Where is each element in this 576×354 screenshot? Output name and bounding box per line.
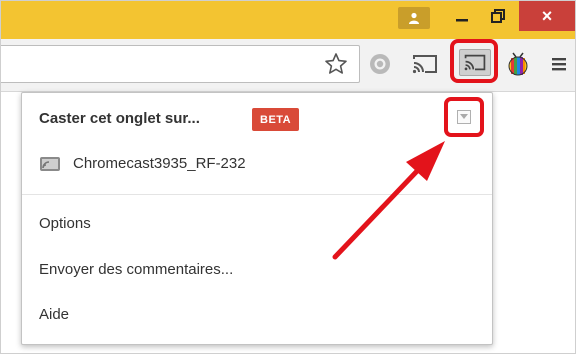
chrome-menu-icon [552, 58, 566, 71]
extension-gray-icon [370, 54, 390, 74]
minimize-button[interactable] [446, 1, 478, 31]
close-button[interactable]: × [519, 1, 575, 31]
menu-item-options[interactable]: Options [39, 215, 91, 232]
cast-dropdown-button[interactable] [457, 110, 471, 124]
colorful-extension-button[interactable] [505, 51, 531, 77]
close-icon: × [541, 5, 553, 26]
popup-divider [22, 194, 492, 195]
device-item[interactable]: Chromecast3935_RF-232 [39, 155, 246, 172]
cast-active-icon [464, 54, 486, 71]
minimize-icon [456, 19, 468, 22]
beta-badge: BETA [252, 108, 300, 131]
colorful-extension-icon [508, 52, 528, 76]
cast-popup: Caster cet onglet sur... BETA Chromecast… [21, 92, 493, 345]
cast-active-button[interactable] [459, 49, 491, 76]
maximize-button[interactable] [482, 1, 514, 31]
screenshot-frame: × Caster cet onglet sur... BETA Chromeca… [0, 0, 576, 354]
star-icon [325, 53, 347, 74]
window-titlebar: × [1, 1, 575, 39]
extension-button-gray[interactable] [367, 51, 393, 77]
device-name: Chromecast3935_RF-232 [73, 155, 246, 172]
maximize-icon [491, 9, 505, 23]
cast-button[interactable] [410, 51, 440, 77]
popup-title: Caster cet onglet sur... [39, 110, 200, 127]
bookmark-star-button[interactable] [323, 51, 349, 77]
address-bar[interactable] [1, 45, 360, 83]
chromecast-device-icon [40, 156, 60, 171]
user-icon [409, 12, 419, 24]
cast-active-button-highlight[interactable] [450, 39, 498, 83]
menu-item-help[interactable]: Aide [39, 306, 69, 323]
dropdown-highlight[interactable] [444, 97, 484, 137]
menu-item-feedback[interactable]: Envoyer des commentaires... [39, 261, 233, 278]
user-profile-button[interactable] [398, 7, 430, 29]
cast-icon [412, 55, 437, 74]
chrome-menu-button[interactable] [549, 51, 569, 77]
chevron-down-icon [460, 114, 468, 119]
